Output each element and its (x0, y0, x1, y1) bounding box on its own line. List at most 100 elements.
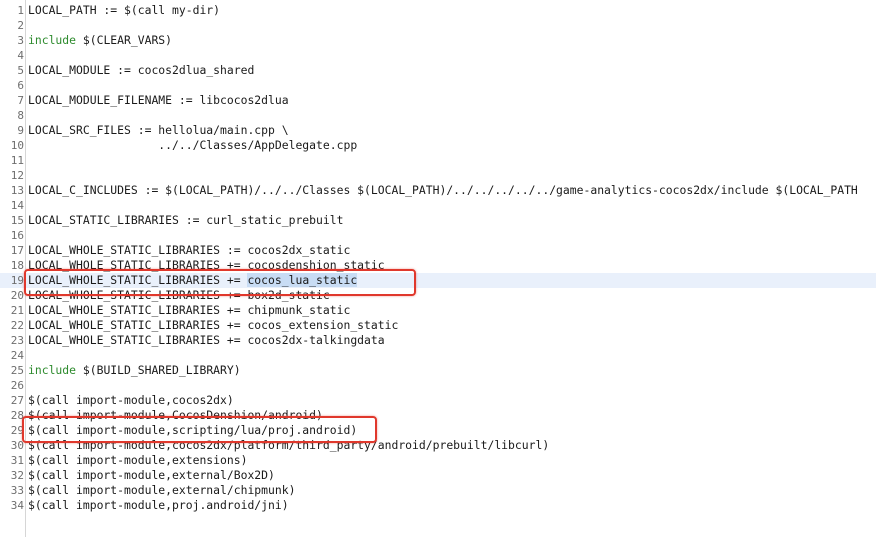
line-code: LOCAL_STATIC_LIBRARIES := curl_static_pr… (28, 213, 343, 228)
code-line[interactable]: 8 (0, 108, 876, 123)
code-line[interactable]: 25 include $(BUILD_SHARED_LIBRARY) (0, 363, 876, 378)
code-line[interactable]: 7 LOCAL_MODULE_FILENAME := libcocos2dlua (0, 93, 876, 108)
code-line[interactable]: 15 LOCAL_STATIC_LIBRARIES := curl_static_… (0, 213, 876, 228)
code-line[interactable]: 23 LOCAL_WHOLE_STATIC_LIBRARIES += cocos2… (0, 333, 876, 348)
code-text: $(call import-module,external/Box2D) (28, 468, 275, 482)
line-code: include $(BUILD_SHARED_LIBRARY) (28, 363, 241, 378)
line-number: 13 (10, 184, 24, 197)
code-text: ../../Classes/AppDelegate.cpp (28, 138, 358, 152)
code-line[interactable]: 12 (0, 168, 876, 183)
line-number: 8 (17, 109, 24, 122)
highlight-box-line-19 (24, 269, 416, 296)
code-text: $(call import-module,cocos2dx) (28, 393, 234, 407)
line-number: 20 (10, 289, 24, 302)
code-text: LOCAL_WHOLE_STATIC_LIBRARIES += cocos2dx… (28, 333, 385, 347)
line-number: 5 (17, 64, 24, 77)
code-line[interactable]: 1 LOCAL_PATH := $(call my-dir) (0, 3, 876, 18)
code-text: LOCAL_SRC_FILES := hellolua/main.cpp \ (28, 123, 289, 137)
code-text: $(call import-module,external/chipmunk) (28, 483, 296, 497)
code-line[interactable]: 22 LOCAL_WHOLE_STATIC_LIBRARIES += cocos_… (0, 318, 876, 333)
line-code: $(call import-module,external/chipmunk) (28, 483, 295, 498)
keyword-token: include (28, 33, 77, 47)
line-number: 4 (17, 49, 24, 62)
code-text: LOCAL_STATIC_LIBRARIES := curl_static_pr… (28, 213, 344, 227)
line-number: 1 (17, 4, 24, 17)
line-number: 19 (10, 274, 24, 287)
code-line[interactable]: 21 LOCAL_WHOLE_STATIC_LIBRARIES += chipmu… (0, 303, 876, 318)
code-line[interactable]: 2 (0, 18, 876, 33)
line-number: 31 (10, 454, 24, 467)
code-line[interactable]: 32 $(call import-module,external/Box2D) (0, 468, 876, 483)
line-code: $(call import-module,cocos2dx) (28, 393, 234, 408)
code-text: $(call import-module,proj.android/jni) (28, 498, 289, 512)
keyword-token: include (28, 363, 77, 377)
code-line[interactable]: 5 LOCAL_MODULE := cocos2dlua_shared (0, 63, 876, 78)
line-number: 6 (17, 79, 24, 92)
line-number: 24 (10, 349, 24, 362)
line-code: $(call import-module,external/Box2D) (28, 468, 275, 483)
code-line[interactable]: 11 (0, 153, 876, 168)
line-code: LOCAL_MODULE := cocos2dlua_shared (28, 63, 254, 78)
code-text: LOCAL_MODULE := cocos2dlua_shared (28, 63, 255, 77)
line-number: 11 (10, 154, 24, 167)
highlight-box-line-29 (22, 416, 377, 443)
line-number: 30 (10, 439, 24, 452)
line-number: 34 (10, 499, 24, 512)
line-code: LOCAL_SRC_FILES := hellolua/main.cpp \ (28, 123, 289, 138)
line-number: 23 (10, 334, 24, 347)
code-text: LOCAL_WHOLE_STATIC_LIBRARIES += cocos_ex… (28, 318, 399, 332)
line-number: 29 (10, 424, 24, 437)
line-number: 15 (10, 214, 24, 227)
code-text: $(call import-module,extensions) (28, 453, 248, 467)
code-text: LOCAL_PATH := $(call my-dir) (28, 3, 221, 17)
line-number: 17 (10, 244, 24, 257)
code-line[interactable]: 9 LOCAL_SRC_FILES := hellolua/main.cpp \ (0, 123, 876, 138)
code-line[interactable]: 33 $(call import-module,external/chipmunk… (0, 483, 876, 498)
line-code: LOCAL_MODULE_FILENAME := libcocos2dlua (28, 93, 289, 108)
code-text: LOCAL_C_INCLUDES := $(LOCAL_PATH)/../../… (28, 183, 858, 197)
line-code: ../../Classes/AppDelegate.cpp (28, 138, 357, 153)
code-text: $(CLEAR_VARS) (76, 33, 173, 47)
line-code: $(call import-module,proj.android/jni) (28, 498, 289, 513)
code-line[interactable]: 31 $(call import-module,extensions) (0, 453, 876, 468)
line-number: 16 (10, 229, 24, 242)
line-number: 10 (10, 139, 24, 152)
code-line[interactable]: 4 (0, 48, 876, 63)
code-line[interactable]: 6 (0, 78, 876, 93)
line-code: include $(CLEAR_VARS) (28, 33, 172, 48)
line-number: 14 (10, 199, 24, 212)
line-number: 32 (10, 469, 24, 482)
code-text: LOCAL_WHOLE_STATIC_LIBRARIES := cocos2dx… (28, 243, 351, 257)
line-number: 21 (10, 304, 24, 317)
line-code: LOCAL_WHOLE_STATIC_LIBRARIES += cocos2dx… (28, 333, 385, 348)
code-editor[interactable]: 1 LOCAL_PATH := $(call my-dir) 2 3 include $… (0, 0, 876, 537)
line-number: 26 (10, 379, 24, 392)
line-number: 18 (10, 259, 24, 272)
line-code: LOCAL_WHOLE_STATIC_LIBRARIES += chipmunk… (28, 303, 350, 318)
line-code: LOCAL_PATH := $(call my-dir) (28, 3, 220, 18)
code-text: $(BUILD_SHARED_LIBRARY) (76, 363, 241, 377)
line-code: LOCAL_WHOLE_STATIC_LIBRARIES += cocos_ex… (28, 318, 398, 333)
code-text: LOCAL_WHOLE_STATIC_LIBRARIES += chipmunk… (28, 303, 351, 317)
code-line[interactable]: 10 ../../Classes/AppDelegate.cpp (0, 138, 876, 153)
code-line[interactable]: 3 include $(CLEAR_VARS) (0, 33, 876, 48)
line-code: LOCAL_C_INCLUDES := $(LOCAL_PATH)/../../… (28, 183, 858, 198)
code-line[interactable]: 14 (0, 198, 876, 213)
line-number: 27 (10, 394, 24, 407)
line-number: 33 (10, 484, 24, 497)
code-line[interactable]: 13 LOCAL_C_INCLUDES := $(LOCAL_PATH)/../.… (0, 183, 876, 198)
line-code: LOCAL_WHOLE_STATIC_LIBRARIES := cocos2dx… (28, 243, 350, 258)
line-number: 7 (17, 94, 24, 107)
code-text: LOCAL_MODULE_FILENAME := libcocos2dlua (28, 93, 289, 107)
line-number: 12 (10, 169, 24, 182)
line-number: 22 (10, 319, 24, 332)
line-number: 9 (17, 124, 24, 137)
code-line[interactable]: 27 $(call import-module,cocos2dx) (0, 393, 876, 408)
line-code: $(call import-module,extensions) (28, 453, 247, 468)
code-line[interactable]: 34 $(call import-module,proj.android/jni) (0, 498, 876, 513)
code-line[interactable]: 24 (0, 348, 876, 363)
code-line[interactable]: 16 (0, 228, 876, 243)
code-line[interactable]: 17 LOCAL_WHOLE_STATIC_LIBRARIES := cocos2… (0, 243, 876, 258)
line-number: 3 (17, 34, 24, 47)
code-line[interactable]: 26 (0, 378, 876, 393)
